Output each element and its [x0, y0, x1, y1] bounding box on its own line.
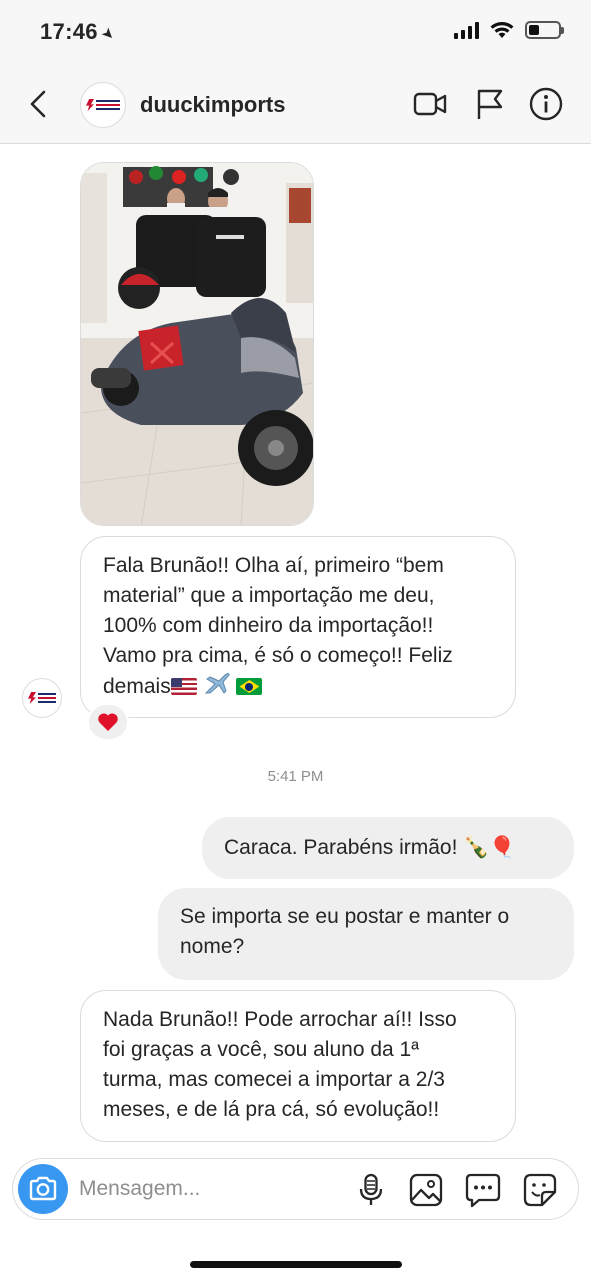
- more-options-button[interactable]: [465, 1172, 501, 1208]
- message-line: foi graças a você, sou aluno da 1ª: [103, 1038, 419, 1061]
- incoming-message[interactable]: Nada Brunão!! Pode arrochar aí!! Isso fo…: [80, 990, 516, 1142]
- message-line: meses, e de lá pra cá, só evolução!!: [103, 1098, 440, 1121]
- message-line: Se importa se eu postar e manter o: [180, 905, 510, 928]
- message-input[interactable]: [79, 1171, 339, 1207]
- chat-header: duuckimports: [0, 64, 591, 144]
- message-line: nome?: [180, 935, 245, 958]
- gallery-icon: [409, 1173, 443, 1207]
- message-line: Fala Brunão!! Olha aí, primeiro “bem: [103, 554, 444, 577]
- flag-icon: [477, 89, 503, 119]
- home-indicator[interactable]: [190, 1261, 402, 1268]
- message-line: demais: [103, 671, 493, 702]
- message-line: material” que a importação me deu,: [103, 584, 435, 607]
- location-arrow-icon: ➤: [97, 23, 119, 45]
- sender-avatar[interactable]: [22, 678, 62, 718]
- message-text: demais: [103, 675, 171, 698]
- duuck-logo: [86, 98, 120, 112]
- video-camera-icon: [413, 92, 447, 116]
- status-time-text: 17:46: [40, 19, 98, 44]
- outgoing-message[interactable]: Se importa se eu postar e manter o nome?: [158, 888, 574, 980]
- more-icon: [465, 1173, 501, 1208]
- message-line: 100% com dinheiro da importação!!: [103, 614, 434, 637]
- message-timestamp: 5:41 PM: [267, 768, 324, 785]
- message-text: Caraca. Parabéns irmão! 🍾🎈: [224, 836, 516, 859]
- info-button[interactable]: [528, 86, 564, 122]
- status-bar: 17:46➤: [0, 0, 591, 64]
- duuck-logo: [28, 691, 56, 705]
- username[interactable]: duuckimports: [140, 92, 285, 118]
- cellular-signal-icon: [454, 21, 479, 39]
- camera-icon: [29, 1176, 57, 1201]
- battery-icon: [525, 21, 564, 39]
- heart-reaction[interactable]: [87, 703, 129, 741]
- message-composer: [12, 1158, 579, 1220]
- info-icon: [529, 87, 563, 121]
- status-time: 17:46➤: [40, 19, 118, 45]
- back-button[interactable]: [26, 88, 54, 120]
- status-indicators: [454, 20, 564, 40]
- scooter-photo: [81, 163, 313, 525]
- flag-us-icon: [170, 678, 197, 695]
- photo-message[interactable]: [80, 162, 314, 526]
- message-line: Vamo pra cima, é só o começo!! Feliz: [103, 644, 453, 667]
- wifi-icon: [490, 22, 514, 38]
- airplane-icon: [204, 673, 230, 694]
- sticker-icon: [523, 1173, 557, 1207]
- profile-avatar[interactable]: [80, 82, 126, 128]
- message-line: Nada Brunão!! Pode arrochar aí!! Isso: [103, 1008, 457, 1031]
- sticker-button[interactable]: [522, 1172, 558, 1208]
- video-call-button[interactable]: [412, 86, 448, 122]
- camera-button[interactable]: [18, 1164, 68, 1214]
- microphone-icon: [359, 1173, 383, 1205]
- report-button[interactable]: [472, 86, 508, 122]
- chevron-left-icon: [30, 90, 46, 118]
- outgoing-message[interactable]: Caraca. Parabéns irmão! 🍾🎈: [202, 817, 574, 879]
- message-line: turma, mas comecei a importar a 2/3: [103, 1068, 445, 1091]
- incoming-message[interactable]: Fala Brunão!! Olha aí, primeiro “bem mat…: [80, 536, 516, 718]
- flag-br-icon: [236, 678, 263, 695]
- heart-icon: [98, 713, 118, 731]
- voice-message-button[interactable]: [353, 1172, 389, 1208]
- gallery-button[interactable]: [408, 1172, 444, 1208]
